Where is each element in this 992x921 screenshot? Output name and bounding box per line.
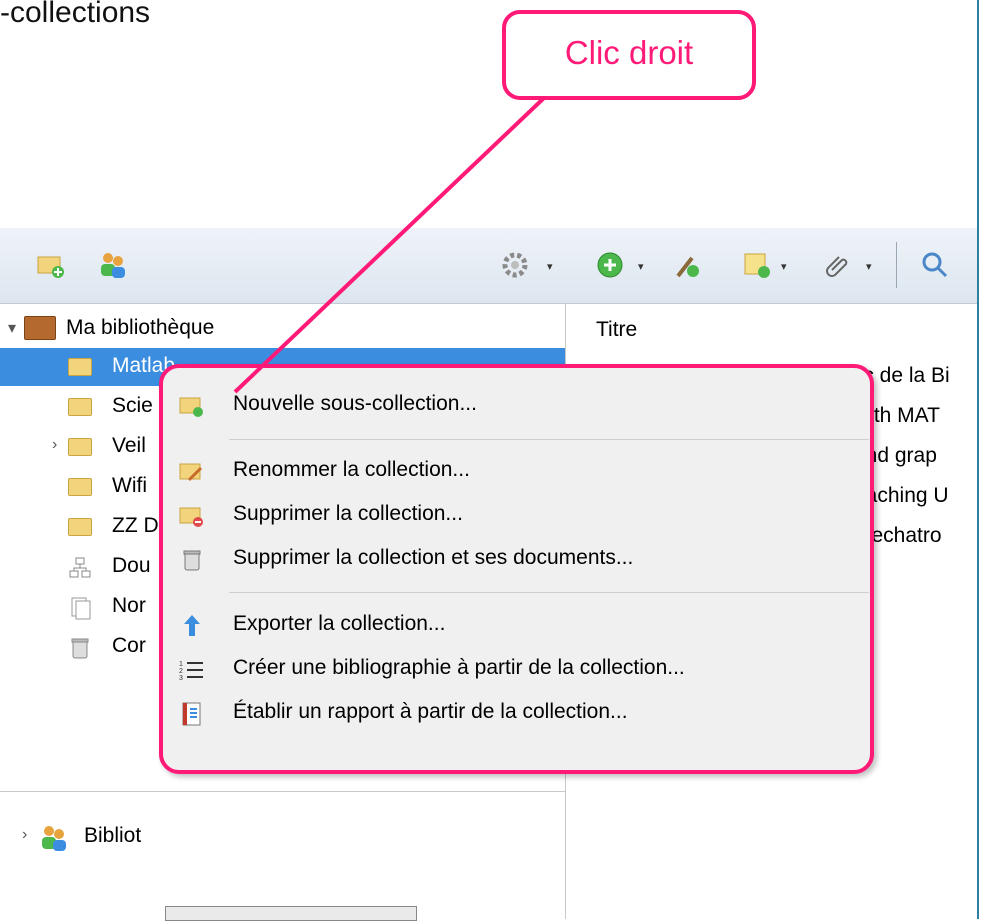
tree-item-label: Ma bibliothèque — [66, 316, 215, 339]
menu-item-label: Renommer la collection... — [233, 458, 470, 481]
gear-icon[interactable] — [500, 250, 530, 280]
menu-item-label: Supprimer la collection et ses documents… — [233, 546, 634, 569]
paperclip-icon[interactable] — [823, 250, 853, 280]
menu-item-rename[interactable]: Renommer la collection... — [163, 452, 870, 492]
tree-item-label: Nor — [112, 594, 146, 617]
new-item-caret-icon[interactable]: ▾ — [638, 260, 644, 273]
svg-text:3: 3 — [179, 675, 183, 682]
menu-item-label: Créer une bibliographie à partir de la c… — [233, 656, 685, 679]
tree-item-label: Wifi — [112, 474, 147, 497]
add-by-identifier-icon[interactable] — [672, 250, 702, 280]
new-item-icon[interactable] — [595, 250, 625, 280]
menu-item-label: Exporter la collection... — [233, 612, 446, 635]
slide-title: -collections — [0, 0, 151, 29]
menu-item-delete[interactable]: Supprimer la collection... — [163, 496, 870, 536]
tree-item-label: ZZ D — [112, 514, 159, 537]
toolbar-separator — [896, 242, 897, 288]
tree-item-label: Bibliot — [84, 824, 142, 847]
svg-text:1: 1 — [179, 661, 183, 668]
report-icon — [182, 702, 201, 726]
tree-item-library[interactable]: ▾ Ma bibliothèque — [0, 310, 565, 348]
folder-icon — [68, 518, 92, 536]
new-collection-icon[interactable] — [36, 250, 66, 280]
trash-icon — [183, 550, 201, 571]
menu-item-delete-with-items[interactable]: Supprimer la collection et ses documents… — [163, 540, 870, 580]
menu-separator — [229, 592, 869, 593]
library-icon — [24, 316, 56, 340]
trash-icon — [71, 638, 89, 659]
attach-caret-icon[interactable]: ▾ — [866, 260, 872, 273]
tree-item-label: Cor — [112, 634, 146, 657]
pane-separator — [0, 791, 565, 792]
search-icon[interactable] — [920, 250, 950, 280]
group-icon — [42, 826, 66, 851]
tree-item-label: Scie — [112, 394, 153, 417]
unfiled-icon — [71, 597, 91, 620]
column-header-title[interactable]: Titre — [596, 318, 637, 342]
duplicates-icon — [69, 557, 91, 578]
menu-item-export[interactable]: Exporter la collection... — [163, 606, 870, 646]
bibliography-list-icon: 1 2 3 — [179, 661, 203, 682]
menu-separator — [229, 439, 869, 440]
tree-item-group[interactable]: › Bibliot — [0, 818, 565, 856]
new-folder-icon — [179, 397, 203, 417]
context-menu: Nouvelle sous-collection... Renommer la … — [159, 364, 874, 774]
folder-icon — [68, 438, 92, 456]
menu-item-label: Nouvelle sous-collection... — [233, 392, 477, 415]
callout-label: Clic droit — [564, 34, 694, 71]
folder-icon — [68, 478, 92, 496]
tree-item-label: Dou — [112, 554, 151, 577]
callout-box: Clic droit — [502, 10, 756, 100]
new-note-icon[interactable] — [742, 250, 772, 280]
svg-text:2: 2 — [179, 668, 183, 675]
menu-item-label: Établir un rapport à partir de la collec… — [233, 700, 628, 723]
slide-border — [977, 0, 979, 919]
tree-item-label: Veil — [112, 434, 146, 457]
menu-item-generate-report[interactable]: Établir un rapport à partir de la collec… — [163, 694, 870, 734]
chevron-right-icon[interactable]: › — [22, 826, 27, 844]
rename-icon — [179, 463, 203, 482]
export-arrow-icon — [184, 615, 200, 636]
folder-icon — [68, 398, 92, 416]
chevron-down-icon[interactable]: ▾ — [8, 318, 16, 338]
menu-item-new-subcollection[interactable]: Nouvelle sous-collection... — [163, 386, 870, 426]
chevron-right-icon[interactable]: › — [52, 436, 57, 454]
new-group-icon[interactable] — [97, 250, 127, 280]
menu-item-label: Supprimer la collection... — [233, 502, 463, 525]
menu-item-create-bibliography[interactable]: 1 2 3 Créer une bibliographie à partir d… — [163, 650, 870, 690]
gear-caret-icon[interactable]: ▾ — [547, 260, 553, 273]
folder-icon — [68, 358, 92, 376]
delete-folder-icon — [179, 507, 203, 527]
toolbar: ▾ ▾ ▾ ▾ — [0, 228, 977, 304]
new-note-caret-icon[interactable]: ▾ — [781, 260, 787, 273]
